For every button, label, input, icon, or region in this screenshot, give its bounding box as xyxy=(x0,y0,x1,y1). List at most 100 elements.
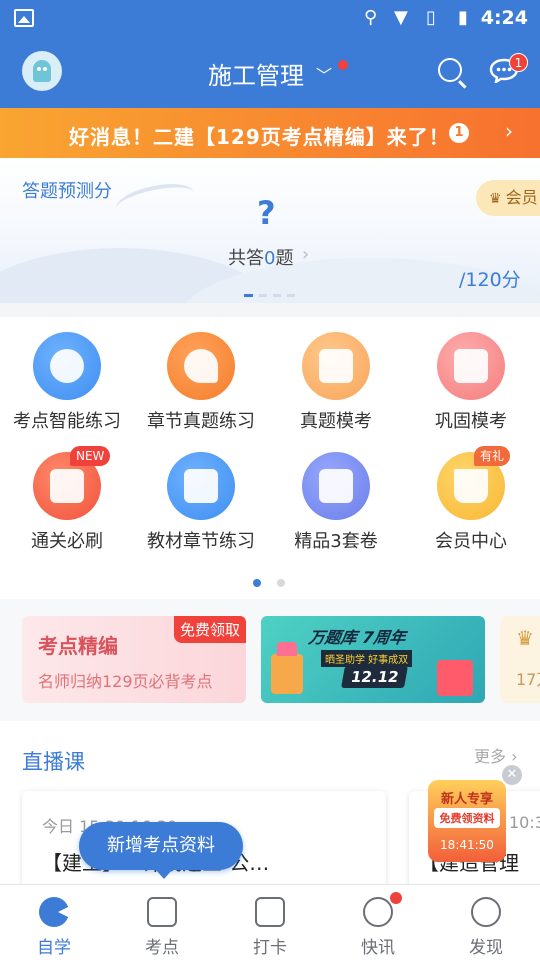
clock-icon xyxy=(33,332,101,400)
status-bar: ⚲ ▼ ▯ ▮ 4:24 xyxy=(0,0,540,36)
newcomer-gift-widget[interactable]: 新人专享 免费领资料 18:41:50 xyxy=(428,780,506,862)
newcomer-offer: 免费领资料 xyxy=(434,808,500,828)
banner-anniversary[interactable]: 万题库 7周年 晒圣助学 好事成双 12.12 xyxy=(261,616,485,703)
newcomer-title: 新人专享 xyxy=(440,792,493,807)
document-icon xyxy=(302,332,370,400)
close-icon[interactable]: ✕ xyxy=(502,765,522,785)
grid-label: 精品3套卷 xyxy=(294,531,378,552)
pacman-icon xyxy=(39,897,70,927)
banner-row: 考点精编 名师归纳129页必背考点 免费领取 万题库 7周年 晒圣助学 好事成双… xyxy=(0,599,540,721)
grid-label: 巩固模考 xyxy=(435,411,507,432)
clock-time: 4:24 xyxy=(480,7,528,29)
notice-bar[interactable]: 好消息！二建【129页考点精编】来了！ 1 › xyxy=(0,108,540,158)
banner-subtitle: 名师归纳129页必背考点 xyxy=(38,672,213,691)
tab-news[interactable]: 快讯 xyxy=(324,885,432,960)
banner-title: 考点精编 xyxy=(38,634,118,658)
banner-key-points[interactable]: 考点精编 名师归纳129页必背考点 免费领取 xyxy=(22,616,246,703)
carousel-dots xyxy=(244,282,301,301)
battery-charging-icon: ▮ xyxy=(458,7,468,28)
score-label: 答题预测分 xyxy=(22,181,112,202)
tab-key-points[interactable]: 考点 xyxy=(108,885,216,960)
grid-item-mock-exam[interactable]: 真题模考 xyxy=(269,332,403,433)
function-grid: 考点智能练习 章节真题练习 真题模考 巩固模考 NEW 通关必刷 教材章节练习 … xyxy=(0,317,540,599)
notice-count: 1 xyxy=(449,123,469,143)
more-link[interactable]: 更多 › xyxy=(474,743,518,767)
red-dot-indicator xyxy=(338,60,348,70)
tab-self-study[interactable]: 自学 xyxy=(0,885,108,960)
grid-label: 章节真题练习 xyxy=(147,411,255,432)
banner-date: 12.12 xyxy=(341,666,409,688)
vip-button[interactable]: ♛ 会员 xyxy=(476,180,540,216)
vip-label: 会员 xyxy=(505,188,538,207)
live-time: 10:3 xyxy=(509,813,540,832)
grid-item-member-center[interactable]: 有礼 会员中心 xyxy=(404,446,538,553)
crown-icon: ♛ xyxy=(489,191,502,207)
bottom-tab-bar: 自学 考点 打卡 快讯 发现 xyxy=(0,884,540,960)
head-gear-icon xyxy=(167,332,235,400)
section-title: 直播课 xyxy=(22,750,85,774)
gift-tag: 有礼 xyxy=(474,446,511,466)
tab-label: 考点 xyxy=(145,938,179,958)
search-icon[interactable] xyxy=(438,58,462,82)
grid-item-smart-practice[interactable]: 考点智能练习 xyxy=(0,332,134,433)
tab-discover[interactable]: 发现 xyxy=(432,885,540,960)
banner-subtitle: 晒圣助学 好事成双 xyxy=(321,650,413,667)
free-tag: 免费领取 xyxy=(173,616,246,643)
answered-suffix: 题 xyxy=(275,248,294,269)
grid-label: 考点智能练习 xyxy=(13,411,121,432)
avatar[interactable] xyxy=(22,51,62,91)
cake-icon xyxy=(271,642,303,694)
new-materials-tooltip[interactable]: 新增考点资料 xyxy=(79,822,243,879)
tab-label: 自学 xyxy=(37,938,71,958)
grid-label: 真题模考 xyxy=(300,411,372,432)
grid-label: 通关必刷 xyxy=(31,531,103,552)
wifi-icon: ▼ xyxy=(394,7,408,28)
chevron-down-icon[interactable]: ﹀ xyxy=(316,62,332,86)
predicted-score: ? xyxy=(257,194,276,232)
answered-prefix: 共答 xyxy=(228,248,264,269)
banner-title: 万题库 7周年 xyxy=(307,628,407,647)
banner-text: 17万 xyxy=(516,670,540,689)
gallery-notification-icon xyxy=(14,9,34,27)
score-card[interactable]: 答题预测分 ? 共答0题 › /120分 ♛ 会员 xyxy=(0,158,540,303)
grid-page-dots xyxy=(253,572,301,591)
subject-selector[interactable]: 施工管理 xyxy=(208,56,304,91)
gift-icon xyxy=(437,660,473,696)
no-sim-icon: ▯ xyxy=(426,7,436,28)
chevron-right-icon: › xyxy=(302,244,310,265)
top-header: 施工管理 ﹀ 1 xyxy=(0,36,540,108)
notice-text: 好消息！二建【129页考点精编】来了！ xyxy=(69,125,450,149)
chevron-right-icon: › xyxy=(511,747,518,766)
tab-check-in[interactable]: 打卡 xyxy=(216,885,324,960)
lightning-icon xyxy=(363,897,393,927)
grid-label: 教材章节练习 xyxy=(147,531,255,552)
book-icon xyxy=(167,452,235,520)
grid-label: 会员中心 xyxy=(435,531,507,552)
max-score: /120分 xyxy=(459,269,521,291)
note-icon xyxy=(147,897,177,927)
grid-item-review-exam[interactable]: 巩固模考 xyxy=(404,332,538,433)
tab-label: 打卡 xyxy=(253,938,287,958)
location-icon: ⚲ xyxy=(364,7,378,28)
message-badge: 1 xyxy=(509,53,528,72)
more-label: 更多 xyxy=(474,747,507,766)
papers-icon xyxy=(302,452,370,520)
ghost-icon xyxy=(33,60,51,82)
grid-item-chapter-exam[interactable]: 章节真题练习 xyxy=(134,332,268,433)
news-red-dot xyxy=(390,892,402,904)
answered-number: 0 xyxy=(264,248,276,269)
tab-label: 发现 xyxy=(469,938,503,958)
checklist-icon xyxy=(437,332,505,400)
grid-item-must-do[interactable]: NEW 通关必刷 xyxy=(0,446,134,553)
answered-count[interactable]: 共答0题 xyxy=(228,244,293,270)
countdown-timer: 18:41:50 xyxy=(440,838,494,852)
calendar-check-icon xyxy=(255,897,285,927)
new-tag: NEW xyxy=(70,446,111,466)
grid-item-textbook[interactable]: 教材章节练习 xyxy=(134,452,268,553)
grid-item-premium-papers[interactable]: 精品3套卷 xyxy=(269,452,403,553)
tab-label: 快讯 xyxy=(361,938,395,958)
banner-member[interactable]: ♛ 17万 xyxy=(500,616,540,703)
crown-icon: ♛ xyxy=(516,626,534,650)
compass-icon xyxy=(471,897,501,927)
bird-decoration xyxy=(112,178,198,224)
